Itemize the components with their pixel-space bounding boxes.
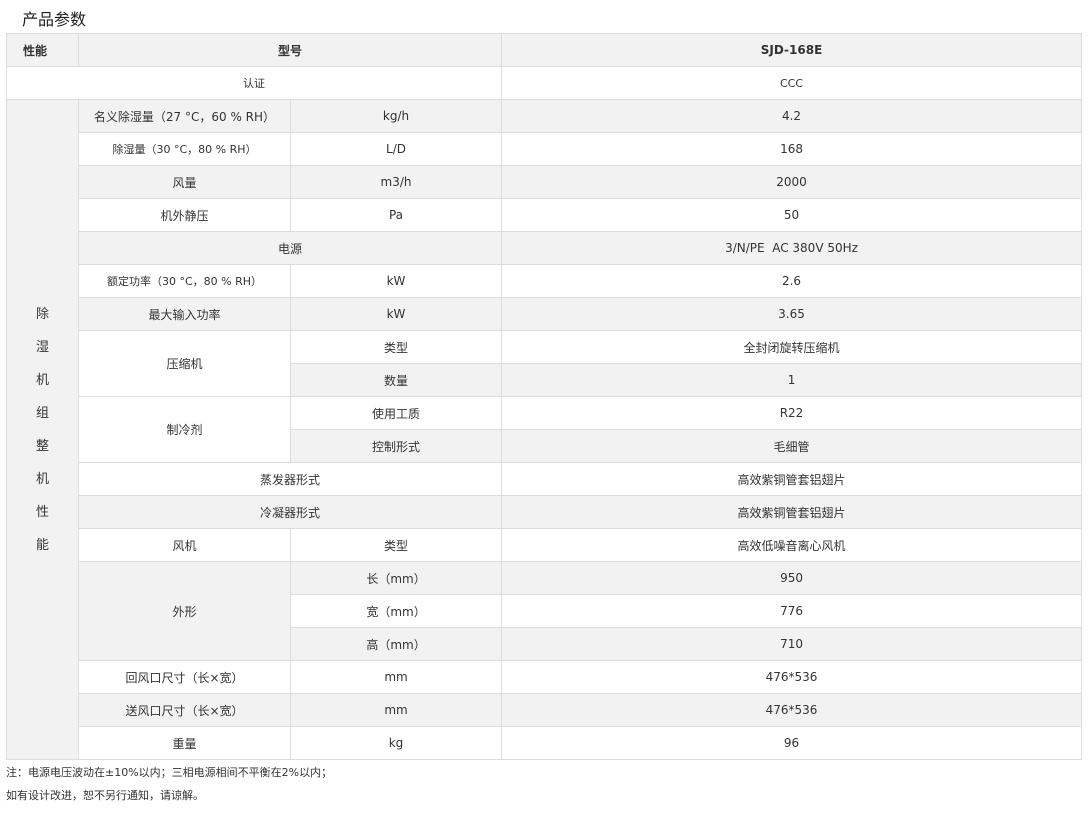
table-row: 外形 长（mm） 950 [7,561,1083,661]
header-performance: 性能 [6,33,79,67]
param-name: 机外静压 [78,198,291,232]
table-row: 回风口尺寸（长×宽） mm 476*536 [7,660,1083,694]
param-value: 950 [501,561,1083,595]
param-unit: m3/h [289,165,503,199]
side-char: 性 [35,504,49,520]
param-value: 476*536 [501,660,1083,694]
table-row: 冷凝器形式 高效紫铜管套铝翅片 [7,495,1083,529]
side-char: 整 [35,438,49,454]
param-unit: kg/h [289,99,503,133]
param-name: 最大输入功率 [78,297,291,331]
param-name: 外形 [78,561,291,661]
side-char: 组 [35,405,49,421]
table-row: 重量 kg 96 [7,726,1083,760]
param-name: 回风口尺寸（长×宽） [78,660,291,694]
table-row: 电源 3/N/PE AC 380V 50Hz [7,231,1083,265]
side-char: 能 [35,537,49,553]
param-unit: L/D [289,132,503,166]
param-sub-label: 类型 [289,330,503,364]
param-name: 制冷剂 [78,396,291,463]
param-name: 除湿量（30 °C，80 % RH） [78,132,291,166]
param-value: 高效紫铜管套铝翅片 [501,462,1083,496]
param-unit: kg [289,726,503,760]
param-value: 96 [501,726,1083,760]
param-unit: Pa [289,198,503,232]
param-unit: mm [289,693,503,727]
table-row: 压缩机 类型 全封闭旋转压缩机 [7,330,1083,397]
header-model-value: SJD-168E [501,33,1083,67]
param-value: 4.2 [501,99,1083,133]
table-row: 风机 类型 高效低噪音离心风机 [7,528,1083,562]
table-row: 制冷剂 使用工质 R22 [7,396,1083,463]
footnote: 注：电源电压波动在±10%以内；三相电源相间不平衡在2%以内； [6,766,333,779]
table-row: 除 湿 机 组 整 机 性 能 名义除湿量（27 °C，60 % RH） kg/… [6,99,1083,760]
header-row: 性能 型号 SJD-168E [6,33,1083,67]
param-value: 毛细管 [501,429,1083,463]
side-char: 湿 [35,339,49,355]
param-value: 3/N/PE AC 380V 50Hz [501,231,1083,265]
spec-table: 性能 型号 SJD-168E 认证 CCC 除 湿 机 组 整 机 性 能 名义… [5,33,1083,760]
param-name: 风量 [78,165,291,199]
param-value: 168 [501,132,1083,166]
param-name: 压缩机 [78,330,291,397]
table-row: 蒸发器形式 高效紫铜管套铝翅片 [7,462,1083,496]
side-char: 除 [35,306,49,322]
param-name: 重量 [78,726,291,760]
table-row: 风量 m3/h 2000 [7,165,1083,199]
param-name: 送风口尺寸（长×宽） [78,693,291,727]
side-label: 除 湿 机 组 整 机 性 能 [6,99,79,760]
param-sub-label: 高（mm） [289,627,503,661]
param-unit: mm [289,660,503,694]
param-name: 电源 [77,231,503,265]
param-value: 710 [501,627,1083,661]
side-char: 机 [35,372,49,388]
param-name: 蒸发器形式 [77,462,503,496]
param-value: 2.6 [501,264,1083,298]
param-sub-label: 类型 [289,528,503,562]
table-row: 机外静压 Pa 50 [7,198,1083,232]
param-value: 全封闭旋转压缩机 [501,330,1083,364]
param-unit: kW [289,297,503,331]
param-value: 776 [501,594,1083,628]
param-sub-label: 长（mm） [289,561,503,595]
param-value: 3.65 [501,297,1083,331]
param-value: 2000 [501,165,1083,199]
table-row: 除湿量（30 °C，80 % RH） L/D 168 [7,132,1083,166]
param-value: 高效紫铜管套铝翅片 [501,495,1083,529]
cert-row: 认证 CCC [5,66,1083,100]
param-sub-label: 使用工质 [289,396,503,430]
param-value: 50 [501,198,1083,232]
header-model: 型号 [77,33,503,67]
table-row: 额定功率（30 °C，80 % RH） kW 2.6 [7,264,1083,298]
page-title: 产品参数 [22,10,87,29]
param-value: 476*536 [501,693,1083,727]
param-value: 1 [501,363,1083,397]
cert-label: 认证 [5,66,503,100]
footnote: 如有设计改进，恕不另行通知，请谅解。 [6,789,204,802]
param-value: 高效低噪音离心风机 [501,528,1083,562]
table-row: 送风口尺寸（长×宽） mm 476*536 [7,693,1083,727]
param-name: 额定功率（30 °C，80 % RH） [78,264,291,298]
param-sub-label: 控制形式 [289,429,503,463]
param-value: R22 [501,396,1083,430]
param-sub-label: 宽（mm） [289,594,503,628]
param-sub-label: 数量 [289,363,503,397]
param-name: 风机 [78,528,291,562]
cert-value: CCC [501,66,1083,100]
side-char: 机 [35,471,49,487]
param-unit: kW [289,264,503,298]
param-name: 名义除湿量（27 °C，60 % RH） [78,99,291,133]
param-name: 冷凝器形式 [77,495,503,529]
table-row: 最大输入功率 kW 3.65 [7,297,1083,331]
